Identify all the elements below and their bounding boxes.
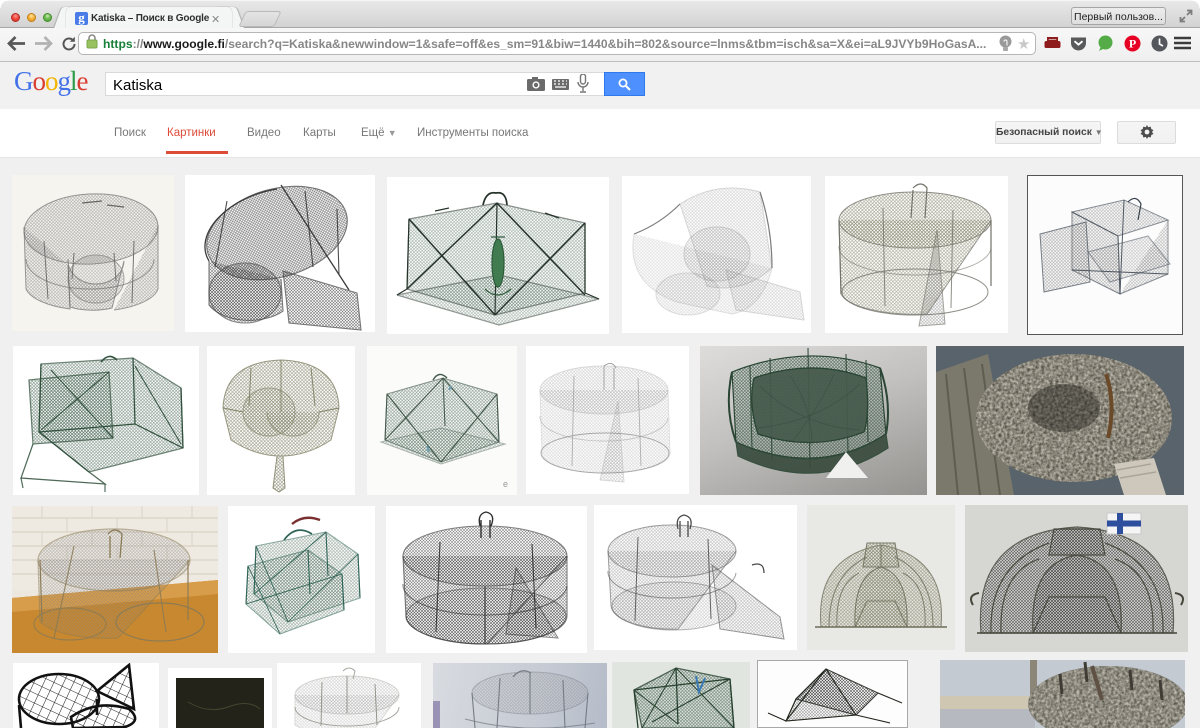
svg-text:P: P [1129, 37, 1136, 51]
svg-text:e: e [503, 479, 508, 489]
